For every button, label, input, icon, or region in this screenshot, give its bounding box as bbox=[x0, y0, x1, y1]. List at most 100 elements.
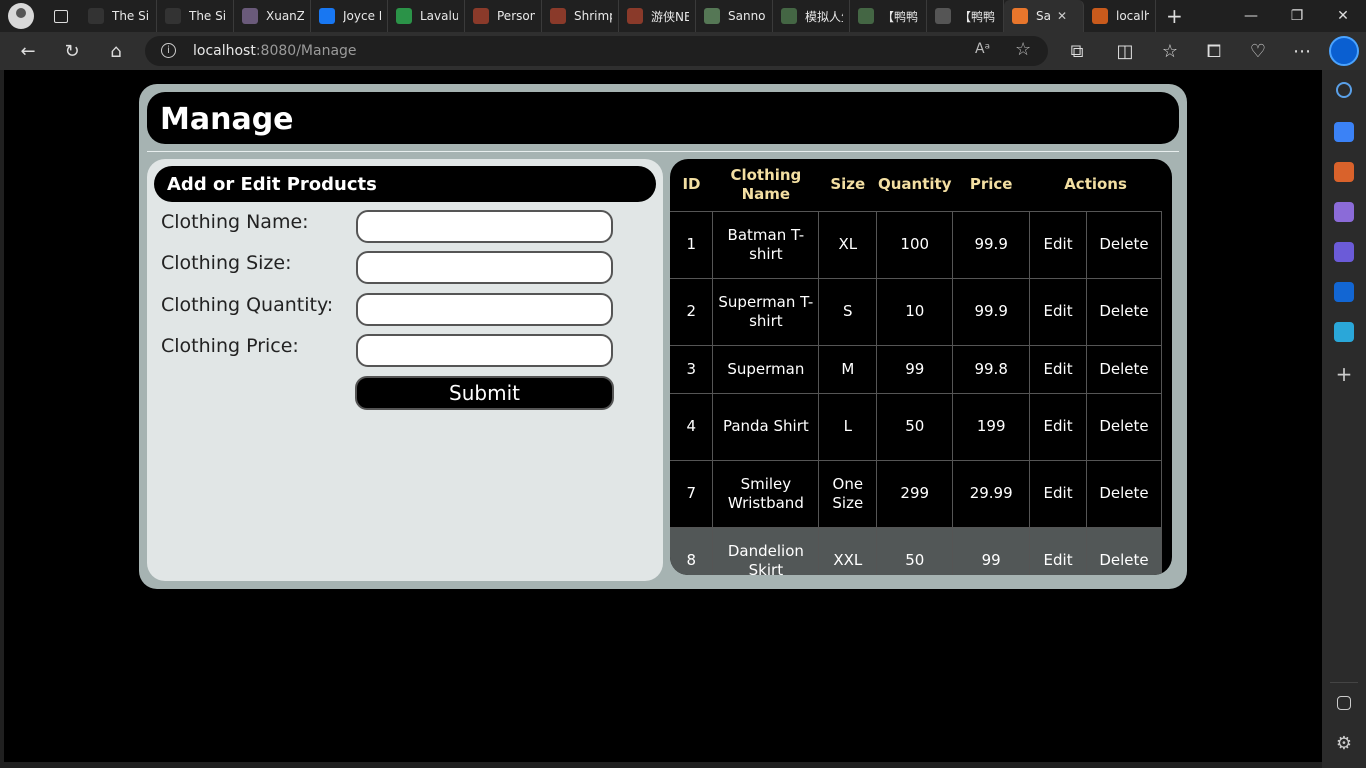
restore-icon[interactable]: ❐ bbox=[1274, 0, 1320, 32]
browser-tab[interactable]: 【鸭鸭 bbox=[850, 0, 927, 32]
edit-button[interactable]: Edit bbox=[1029, 459, 1088, 528]
site-info-icon[interactable]: i bbox=[161, 43, 176, 58]
new-tab-icon[interactable]: + bbox=[1166, 4, 1183, 28]
address-host: localhost bbox=[193, 43, 256, 59]
search-icon[interactable] bbox=[1336, 82, 1352, 98]
office-icon[interactable] bbox=[1334, 242, 1354, 262]
browser-tab[interactable]: 游侠NE bbox=[619, 0, 696, 32]
browser-sidebar: + ⚙ bbox=[1322, 70, 1366, 768]
delete-button[interactable]: Delete bbox=[1086, 210, 1162, 279]
table-header-row: ID Clothing Name Size Quantity Price Act… bbox=[670, 159, 1162, 211]
browser-tab[interactable]: Persona bbox=[465, 0, 542, 32]
cell-clothing-name: Superman T-shirt bbox=[712, 277, 820, 346]
add-icon[interactable]: + bbox=[1334, 364, 1354, 384]
drive-icon bbox=[396, 8, 412, 24]
cell-id: 7 bbox=[670, 459, 714, 528]
copilot-icon[interactable] bbox=[1329, 36, 1359, 66]
browser-tab[interactable]: localho bbox=[1084, 0, 1156, 32]
address-bar[interactable]: i localhost:8080/Manage Aᵃ ☆ bbox=[145, 36, 1048, 66]
edit-button[interactable]: Edit bbox=[1029, 392, 1088, 461]
cell-size: One Size bbox=[818, 459, 878, 528]
pixel-icon bbox=[242, 8, 258, 24]
edit-button[interactable]: Edit bbox=[1029, 344, 1088, 394]
home-icon[interactable]: ⌂ bbox=[104, 39, 128, 63]
header-actions: Actions bbox=[1064, 175, 1127, 194]
tsr-icon bbox=[88, 8, 104, 24]
browser-tab-title: 游侠NE bbox=[651, 9, 689, 24]
flame-icon bbox=[1012, 8, 1028, 24]
edit-button[interactable]: Edit bbox=[1029, 277, 1088, 346]
game-icon bbox=[627, 8, 643, 24]
browser-tab[interactable]: 模拟人生 bbox=[773, 0, 850, 32]
clothing-price-input[interactable] bbox=[356, 334, 613, 367]
send-icon[interactable] bbox=[1334, 322, 1354, 342]
clothing-size-input[interactable] bbox=[356, 251, 613, 284]
table-row: 1 Batman T-shirt XL 100 99.9 Edit Delete bbox=[670, 210, 1162, 279]
close-tab-icon[interactable]: ✕ bbox=[1057, 9, 1067, 23]
tab-actions-icon[interactable] bbox=[54, 9, 68, 23]
clothing-quantity-label: Clothing Quantity: bbox=[161, 294, 334, 316]
hide-sidebar-icon[interactable] bbox=[1337, 696, 1351, 710]
browser-tab[interactable]: Sannon bbox=[696, 0, 773, 32]
browser-tab-title: Sannon bbox=[728, 9, 766, 23]
browser-tab[interactable]: Joyce E bbox=[311, 0, 388, 32]
browser-tab-bar: The Sim The Sim XuanZi Joyce E Lavalus Person… bbox=[0, 0, 1366, 32]
delete-button[interactable]: Delete bbox=[1086, 344, 1162, 394]
flame-icon bbox=[1092, 8, 1108, 24]
table-row: 7 Smiley Wristband One Size 299 29.99 Edit Del… bbox=[670, 459, 1162, 528]
more-menu-icon[interactable]: ⋯ bbox=[1290, 39, 1314, 63]
clothing-quantity-input[interactable] bbox=[356, 293, 613, 326]
leaf-icon bbox=[858, 8, 874, 24]
cell-size: S bbox=[818, 277, 878, 346]
refresh-icon[interactable]: ↻ bbox=[60, 39, 84, 63]
browser-tab[interactable]: Shrimp bbox=[542, 0, 619, 32]
submit-button[interactable]: Submit bbox=[355, 376, 614, 410]
table-body: 1 Batman T-shirt XL 100 99.9 Edit Delete 2 Super… bbox=[670, 210, 1162, 575]
browser-tab-title: The Sim bbox=[189, 9, 227, 23]
games-icon[interactable] bbox=[1334, 202, 1354, 222]
clothing-price-label: Clothing Price: bbox=[161, 335, 299, 357]
delete-button[interactable]: Delete bbox=[1086, 459, 1162, 528]
delete-button[interactable]: Delete bbox=[1086, 526, 1162, 575]
extensions-icon[interactable]: ⧉ bbox=[1065, 39, 1089, 63]
delete-button[interactable]: Delete bbox=[1086, 277, 1162, 346]
browser-tab[interactable]: 【鸭鸭 bbox=[927, 0, 1004, 32]
browser-tab[interactable]: The Sim bbox=[80, 0, 157, 32]
close-window-icon[interactable]: ✕ bbox=[1320, 0, 1366, 32]
read-aloud-icon[interactable]: Aᵃ bbox=[975, 41, 990, 57]
shopping-tag-icon[interactable] bbox=[1334, 122, 1354, 142]
browser-tab[interactable]: Lavalus bbox=[388, 0, 465, 32]
collections-icon[interactable]: ⧠ bbox=[1202, 39, 1226, 63]
cell-quantity: 50 bbox=[876, 526, 954, 575]
browser-tab[interactable]: Sa ✕ bbox=[1004, 0, 1084, 32]
outlook-icon[interactable] bbox=[1334, 282, 1354, 302]
split-screen-icon[interactable]: ◫ bbox=[1113, 39, 1137, 63]
page-viewport: Manage Add or Edit Products Clothing Nam… bbox=[4, 70, 1322, 762]
browser-tab[interactable]: The Sim bbox=[157, 0, 234, 32]
clothing-name-label: Clothing Name: bbox=[161, 211, 309, 233]
settings-gear-icon[interactable]: ⚙ bbox=[1334, 734, 1354, 754]
favorite-star-icon[interactable]: ☆ bbox=[1015, 39, 1031, 60]
minimize-icon[interactable]: — bbox=[1228, 0, 1274, 32]
edit-button[interactable]: Edit bbox=[1029, 526, 1088, 575]
tab-strip: The Sim The Sim XuanZi Joyce E Lavalus Person… bbox=[80, 0, 1156, 32]
performance-icon[interactable]: ♡ bbox=[1246, 39, 1270, 63]
cell-price: 99.9 bbox=[952, 210, 1031, 279]
profile-avatar-icon[interactable] bbox=[8, 3, 34, 29]
cell-clothing-name: Batman T-shirt bbox=[712, 210, 820, 279]
browser-tab[interactable]: XuanZi bbox=[234, 0, 311, 32]
address-path: :8080/Manage bbox=[255, 43, 357, 59]
delete-button[interactable]: Delete bbox=[1086, 392, 1162, 461]
cell-price: 29.99 bbox=[952, 459, 1031, 528]
back-icon[interactable]: ← bbox=[16, 39, 40, 63]
cell-size: L bbox=[818, 392, 878, 461]
cell-id: 4 bbox=[670, 392, 714, 461]
clothing-name-input[interactable] bbox=[356, 210, 613, 243]
tools-briefcase-icon[interactable] bbox=[1334, 162, 1354, 182]
browser-tab-title: localho bbox=[1116, 9, 1149, 23]
cell-price: 99 bbox=[952, 526, 1031, 575]
browser-tab-title: XuanZi bbox=[266, 9, 304, 23]
favorites-icon[interactable]: ☆ bbox=[1158, 39, 1182, 63]
edit-button[interactable]: Edit bbox=[1029, 210, 1088, 279]
cell-price: 99.8 bbox=[952, 344, 1031, 394]
